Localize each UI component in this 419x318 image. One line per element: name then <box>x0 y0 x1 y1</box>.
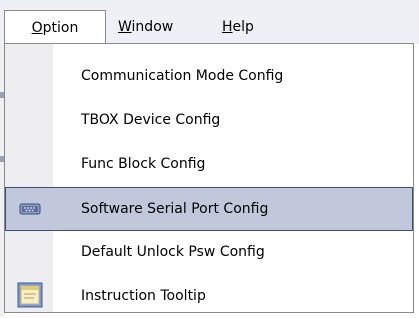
menu-item-communication-mode-config[interactable]: Communication Mode Config <box>5 54 413 98</box>
menu-option-accelerator: O <box>31 20 43 36</box>
menu-item-label: TBOX Device Config <box>81 112 221 128</box>
menu-item-software-serial-port-config[interactable]: Software Serial Port Config <box>5 187 413 231</box>
menu-item-label: Instruction Tooltip <box>81 288 206 304</box>
menu-option[interactable]: Option <box>4 10 106 44</box>
menu-item-default-unlock-psw-config[interactable]: Default Unlock Psw Config <box>5 230 413 274</box>
menu-item-tbox-device-config[interactable]: TBOX Device Config <box>5 98 413 142</box>
menu-item-label: Func Block Config <box>81 156 206 172</box>
menu-option-label: ption <box>42 20 79 36</box>
menu-bar: Option Window Help <box>0 0 419 44</box>
menu-item-label: Communication Mode Config <box>81 68 284 84</box>
menu-item-label: Default Unlock Psw Config <box>81 244 265 260</box>
menu-window[interactable]: Window <box>118 10 208 44</box>
menu-help-label: elp <box>232 19 254 35</box>
menu-item-label: Software Serial Port Config <box>81 201 269 217</box>
menu-window-accelerator: W <box>118 19 132 35</box>
menu-item-func-block-config[interactable]: Func Block Config <box>5 142 413 186</box>
menu-help-accelerator: H <box>222 19 233 35</box>
menu-window-label: indow <box>131 19 174 35</box>
serial-port-icon <box>18 198 42 220</box>
option-dropdown-menu: Communication Mode Config TBOX Device Co… <box>4 43 414 313</box>
menu-help[interactable]: Help <box>222 10 282 44</box>
menu-item-instruction-tooltip[interactable]: Instruction Tooltip <box>5 274 413 318</box>
tooltip-window-icon <box>17 282 43 308</box>
